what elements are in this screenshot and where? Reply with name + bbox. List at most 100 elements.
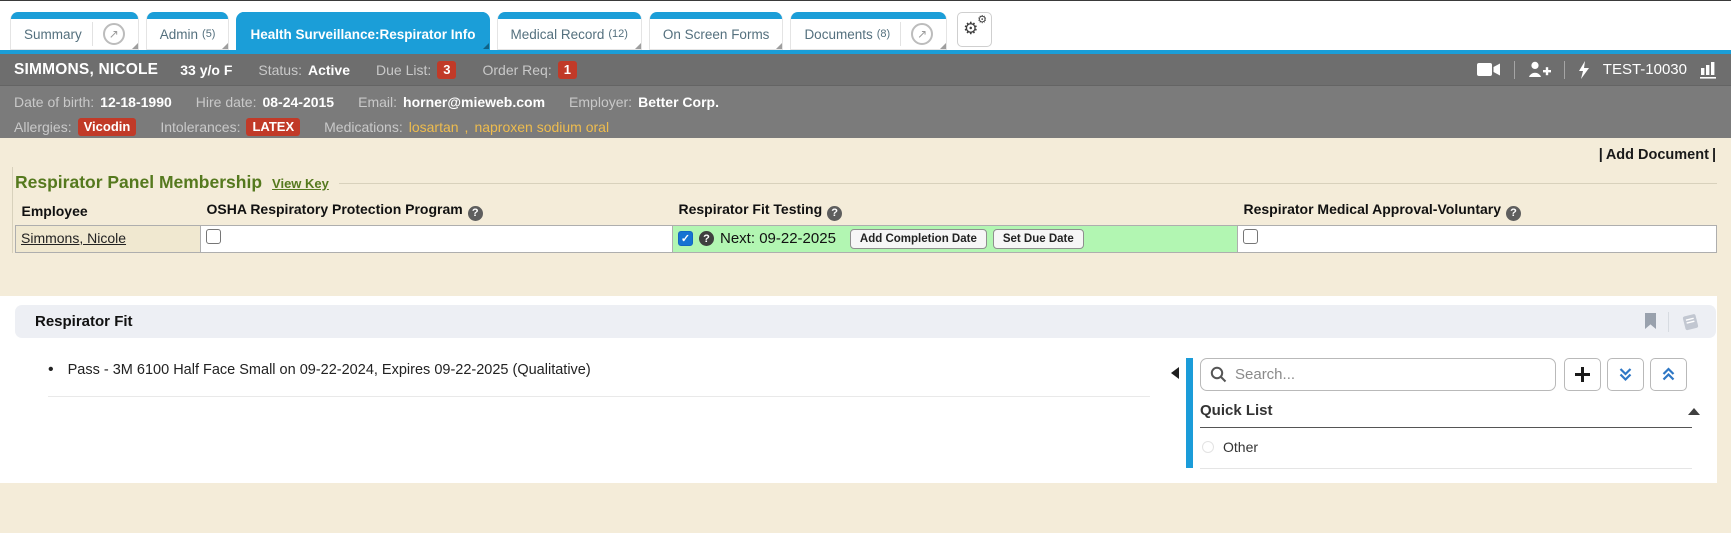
tab-health-surveillance[interactable]: Health Surveillance:Respirator Info — [236, 12, 489, 50]
order-req-label: Order Req: — [482, 62, 551, 78]
fit-result-text: Pass - 3M 6100 Half Face Small on 09-22-… — [68, 362, 591, 378]
respirator-fit-header: Respirator Fit — [15, 305, 1716, 338]
entry-divider — [48, 396, 1150, 397]
fit-testing-checkbox[interactable] — [678, 231, 693, 246]
chart-tabs: Summary ↗ Admin (5) Health Surveillance:… — [10, 12, 947, 50]
table-header-row: Employee OSHA Respiratory Protection Pro… — [16, 198, 1717, 225]
add-entry-button[interactable] — [1564, 358, 1601, 391]
column-header-medical-approval: Respirator Medical Approval-Voluntary — [1238, 198, 1717, 225]
tab-medical-record-count: (12) — [608, 28, 628, 40]
fit-testing-cell: Next: 09-22-2025 Add Completion Date Set… — [673, 225, 1238, 252]
settings-gear-button[interactable]: ⚙ ⚙ — [957, 12, 992, 47]
status-label: Status: — [258, 62, 302, 78]
dob-value: 12-18-1990 — [100, 94, 172, 110]
tab-on-screen-forms-label: On Screen Forms — [663, 27, 770, 42]
due-list-count-badge[interactable]: 3 — [437, 61, 456, 79]
allergy-badge: Vicodin — [78, 118, 137, 136]
quick-list-item-other[interactable]: Other — [1202, 439, 1258, 455]
pipe-separator: | — [1712, 147, 1716, 163]
divider — [1564, 61, 1565, 79]
quick-list-title[interactable]: Quick List — [1200, 402, 1273, 419]
divider — [1668, 312, 1669, 332]
item-bullet-circle-icon — [1202, 441, 1214, 453]
email-value: horner@mieweb.com — [403, 94, 545, 110]
status-value: Active — [308, 62, 350, 78]
employee-link[interactable]: Simmons, Nicole — [21, 230, 126, 246]
dob-label: Date of birth: — [14, 94, 94, 110]
divider — [1514, 61, 1515, 79]
medication-link[interactable]: naproxen sodium oral — [474, 119, 609, 135]
view-key-link[interactable]: View Key — [272, 176, 329, 191]
tab-documents[interactable]: Documents (8) ↗ — [790, 12, 947, 50]
add-person-icon[interactable] — [1528, 61, 1551, 78]
patient-banner-secondary: Date of birth: 12-18-1990 Hire date: 08-… — [0, 85, 1731, 138]
medications-label: Medications: — [324, 119, 403, 135]
double-chevron-up-icon — [1661, 367, 1676, 382]
demographics-row: Date of birth: 12-18-1990 Hire date: 08-… — [14, 89, 1717, 114]
double-chevron-down-icon — [1618, 367, 1633, 382]
intolerance-badge: LATEX — [246, 118, 300, 136]
gear-icon: ⚙ — [963, 20, 978, 37]
medication-link[interactable]: losartan — [409, 119, 459, 135]
search-icon — [1210, 366, 1227, 383]
tab-health-surveillance-label: Health Surveillance:Respirator Info — [250, 27, 475, 42]
collapse-panel-arrow[interactable] — [1171, 367, 1179, 379]
employer-label: Employer: — [569, 94, 632, 110]
employee-cell: Simmons, Nicole — [16, 225, 201, 252]
heading-rule — [339, 183, 1717, 184]
help-icon[interactable] — [1506, 206, 1521, 221]
patient-banner-primary: SIMMONS, NICOLE 33 y/o F Status: Active … — [0, 54, 1731, 85]
quick-list-collapse-triangle-icon[interactable] — [1688, 408, 1700, 415]
alerts-row: Allergies: Vicodin Intolerances: LATEX M… — [14, 114, 1717, 139]
allergies-label: Allergies: — [14, 119, 72, 135]
tab-summary-label: Summary — [24, 27, 82, 42]
next-due-text: Next: 09-22-2025 — [720, 230, 836, 247]
patient-age-sex: 33 y/o F — [180, 62, 232, 78]
osha-checkbox[interactable] — [206, 229, 221, 244]
medication-separator: , — [465, 119, 469, 135]
tab-documents-count: (8) — [877, 28, 890, 40]
patient-name: SIMMONS, NICOLE — [14, 61, 158, 79]
tab-medical-record[interactable]: Medical Record (12) — [497, 12, 642, 50]
tab-on-screen-forms[interactable]: On Screen Forms — [649, 12, 784, 50]
tab-admin-label: Admin — [160, 27, 198, 42]
add-completion-date-button[interactable]: Add Completion Date — [850, 229, 987, 249]
help-icon[interactable] — [468, 206, 483, 221]
help-icon[interactable] — [699, 231, 714, 246]
lightning-bolt-icon[interactable] — [1578, 61, 1590, 79]
membership-heading: Respirator Panel Membership View Key — [15, 167, 1717, 193]
respirator-fit-title: Respirator Fit — [35, 313, 133, 330]
osha-cell — [201, 225, 673, 252]
add-document-link[interactable]: Add Document — [1603, 147, 1712, 163]
employer-value: Better Corp. — [638, 94, 719, 110]
add-document-row: |Add Document| — [0, 138, 1731, 163]
set-due-date-button[interactable]: Set Due Date — [993, 229, 1084, 249]
video-camera-icon[interactable] — [1477, 61, 1501, 78]
panel-accent-bar — [1186, 358, 1193, 468]
popout-arrow-icon[interactable]: ↗ — [103, 23, 125, 45]
bullet: • — [48, 362, 54, 378]
quick-list-bottom-divider — [1200, 468, 1692, 469]
fit-result-entry: • Pass - 3M 6100 Half Face Small on 09-2… — [48, 362, 591, 378]
table-row: Simmons, Nicole Next: 09-22-2025 Ad — [16, 225, 1717, 252]
journal-book-icon[interactable] — [1680, 313, 1702, 331]
bar-chart-icon[interactable] — [1700, 61, 1717, 79]
expand-all-button[interactable] — [1607, 358, 1644, 391]
tab-summary[interactable]: Summary ↗ — [10, 12, 139, 50]
order-req-count-badge[interactable]: 1 — [558, 61, 577, 79]
tab-divider — [92, 22, 93, 46]
tab-admin-count: (5) — [202, 28, 215, 40]
help-icon[interactable] — [827, 206, 842, 221]
column-header-osha: OSHA Respiratory Protection Program — [201, 198, 673, 225]
hire-date-value: 08-24-2015 — [262, 94, 334, 110]
bookmark-icon[interactable] — [1644, 313, 1657, 330]
due-list-label: Due List: — [376, 62, 431, 78]
tab-admin[interactable]: Admin (5) — [146, 12, 230, 50]
search-input[interactable] — [1200, 358, 1556, 391]
tab-medical-record-label: Medical Record — [511, 27, 605, 42]
popout-arrow-icon[interactable]: ↗ — [911, 23, 933, 45]
collapse-all-button[interactable] — [1650, 358, 1687, 391]
quick-list-item-label: Other — [1223, 439, 1258, 455]
medical-approval-checkbox[interactable] — [1243, 229, 1258, 244]
membership-table: Employee OSHA Respiratory Protection Pro… — [15, 198, 1717, 253]
